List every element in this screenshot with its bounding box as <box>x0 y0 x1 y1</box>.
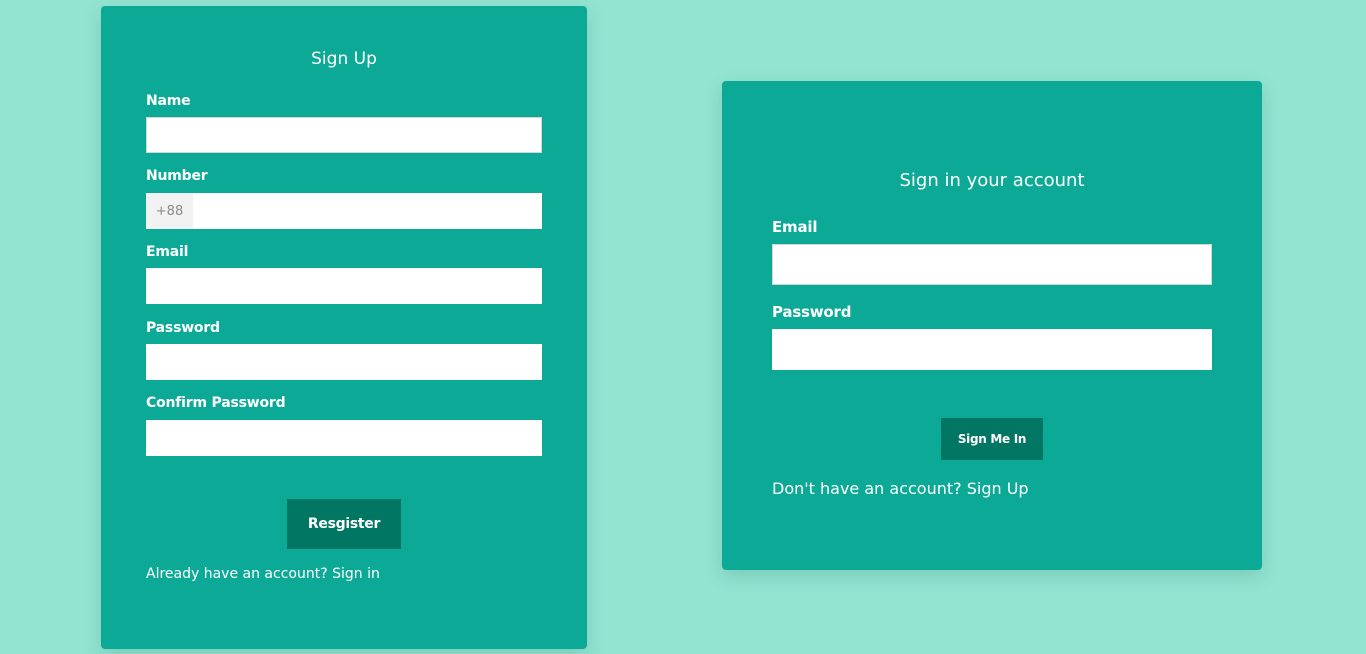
signup-name-label: Name <box>146 93 191 109</box>
country-code-prefix: +88 <box>146 193 193 229</box>
signup-number-label: Number <box>146 168 208 184</box>
signin-password-label: Password <box>772 303 852 321</box>
signup-confirm-password-label: Confirm Password <box>146 395 286 411</box>
signin-footer-text: Don't have an account? <box>772 479 962 498</box>
signup-name-input[interactable] <box>146 117 542 153</box>
signin-password-input[interactable] <box>772 329 1212 370</box>
sign-me-in-button[interactable]: Sign Me In <box>941 418 1043 460</box>
register-button[interactable]: Resgister <box>287 499 401 549</box>
signup-footer-text: Already have an account? <box>146 566 328 582</box>
signin-email-label: Email <box>772 218 818 236</box>
signup-password-label: Password <box>146 320 220 336</box>
signup-number-field: +88 <box>146 193 542 229</box>
signin-email-input[interactable] <box>772 244 1212 285</box>
signup-card: Sign Up Name Number +88 Email Password C… <box>101 6 587 649</box>
signup-footer: Already have an account? Sign in <box>146 566 380 582</box>
signup-number-input[interactable] <box>193 193 542 229</box>
sign-in-link[interactable]: Sign in <box>332 566 380 582</box>
signin-card: Sign in your account Email Password Sign… <box>722 81 1262 570</box>
signup-confirm-password-input[interactable] <box>146 420 542 456</box>
signup-email-label: Email <box>146 244 189 260</box>
signin-footer: Don't have an account? Sign Up <box>772 479 1029 498</box>
signup-email-input[interactable] <box>146 268 542 304</box>
signup-title: Sign Up <box>311 49 377 69</box>
signup-password-input[interactable] <box>146 344 542 380</box>
signin-title: Sign in your account <box>899 170 1085 191</box>
sign-up-link[interactable]: Sign Up <box>967 479 1029 498</box>
